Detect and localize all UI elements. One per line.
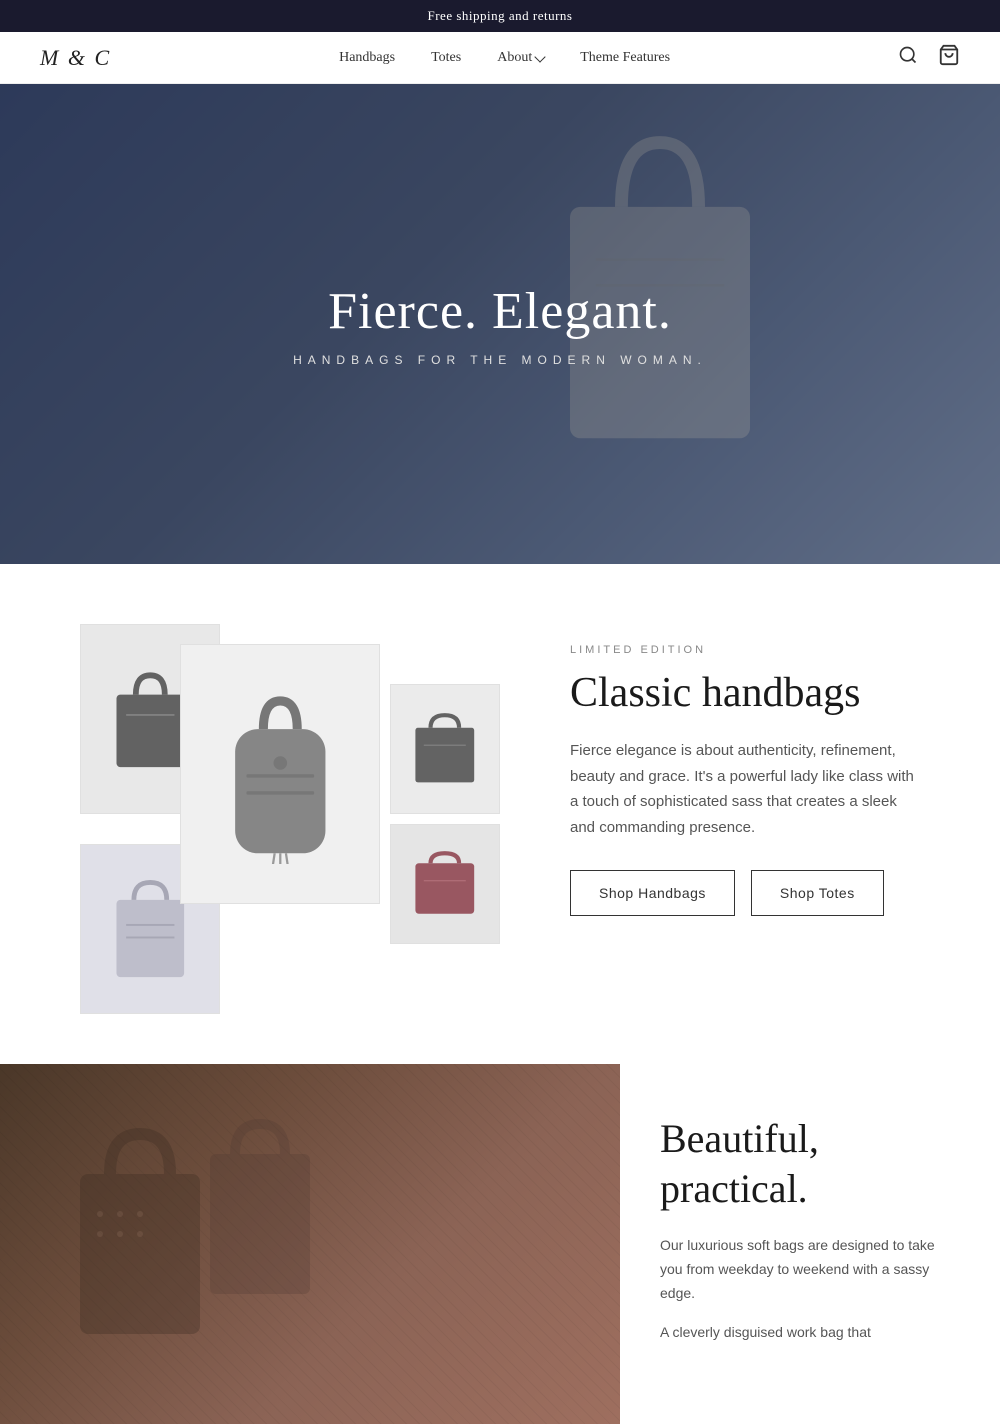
bag-image-2 bbox=[180, 644, 380, 904]
nav-theme-features[interactable]: Theme Features bbox=[580, 50, 670, 66]
second-section-text: Beautiful, practical. Our luxurious soft… bbox=[620, 1064, 1000, 1424]
backpack-icon bbox=[211, 684, 350, 865]
hero-section: Fierce. Elegant. HANDBAGS FOR THE MODERN… bbox=[0, 84, 1000, 564]
bag-image-3 bbox=[390, 684, 500, 814]
second-heading: Beautiful, practical. bbox=[660, 1114, 960, 1214]
nav-handbags[interactable]: Handbags bbox=[339, 50, 395, 66]
header-icons bbox=[898, 44, 960, 71]
hero-subtitle: HANDBAGS FOR THE MODERN WOMAN. bbox=[293, 353, 707, 367]
about-chevron-icon bbox=[535, 51, 546, 62]
main-nav: Handbags Totes About Theme Features bbox=[339, 50, 670, 66]
second-section: Beautiful, practical. Our luxurious soft… bbox=[0, 1064, 1000, 1424]
cart-icon bbox=[938, 44, 960, 66]
header: M & C Handbags Totes About Theme Feature… bbox=[0, 32, 1000, 84]
feature-images bbox=[80, 624, 510, 1004]
bag-image-4 bbox=[390, 824, 500, 944]
handbag-icon-1 bbox=[407, 843, 483, 926]
feature-buttons: Shop Handbags Shop Totes bbox=[570, 870, 920, 916]
feature-heading: Classic handbags bbox=[570, 668, 920, 718]
announcement-bar: Free shipping and returns bbox=[0, 0, 1000, 32]
satchel-icon-1 bbox=[407, 704, 483, 794]
announcement-text: Free shipping and returns bbox=[427, 8, 572, 23]
second-section-bg-image bbox=[0, 1064, 650, 1424]
search-icon bbox=[898, 45, 918, 65]
hero-title: Fierce. Elegant. bbox=[293, 282, 707, 341]
feature-description: Fierce elegance is about authenticity, r… bbox=[570, 738, 920, 840]
shop-handbags-button[interactable]: Shop Handbags bbox=[570, 870, 735, 916]
second-description: Our luxurious soft bags are designed to … bbox=[660, 1234, 960, 1305]
feature-text: LIMITED EDITION Classic handbags Fierce … bbox=[570, 624, 920, 916]
limited-edition-label: LIMITED EDITION bbox=[570, 644, 920, 656]
logo[interactable]: M & C bbox=[40, 45, 111, 71]
hero-content: Fierce. Elegant. HANDBAGS FOR THE MODERN… bbox=[293, 282, 707, 367]
feature-section: LIMITED EDITION Classic handbags Fierce … bbox=[0, 564, 1000, 1064]
search-button[interactable] bbox=[898, 45, 918, 70]
shop-totes-button[interactable]: Shop Totes bbox=[751, 870, 884, 916]
bg-bags-decoration bbox=[40, 1094, 340, 1394]
nav-totes[interactable]: Totes bbox=[431, 50, 461, 66]
second-description-extra: A cleverly disguised work bag that bbox=[660, 1321, 960, 1345]
cart-button[interactable] bbox=[938, 44, 960, 71]
nav-about[interactable]: About bbox=[497, 50, 544, 66]
